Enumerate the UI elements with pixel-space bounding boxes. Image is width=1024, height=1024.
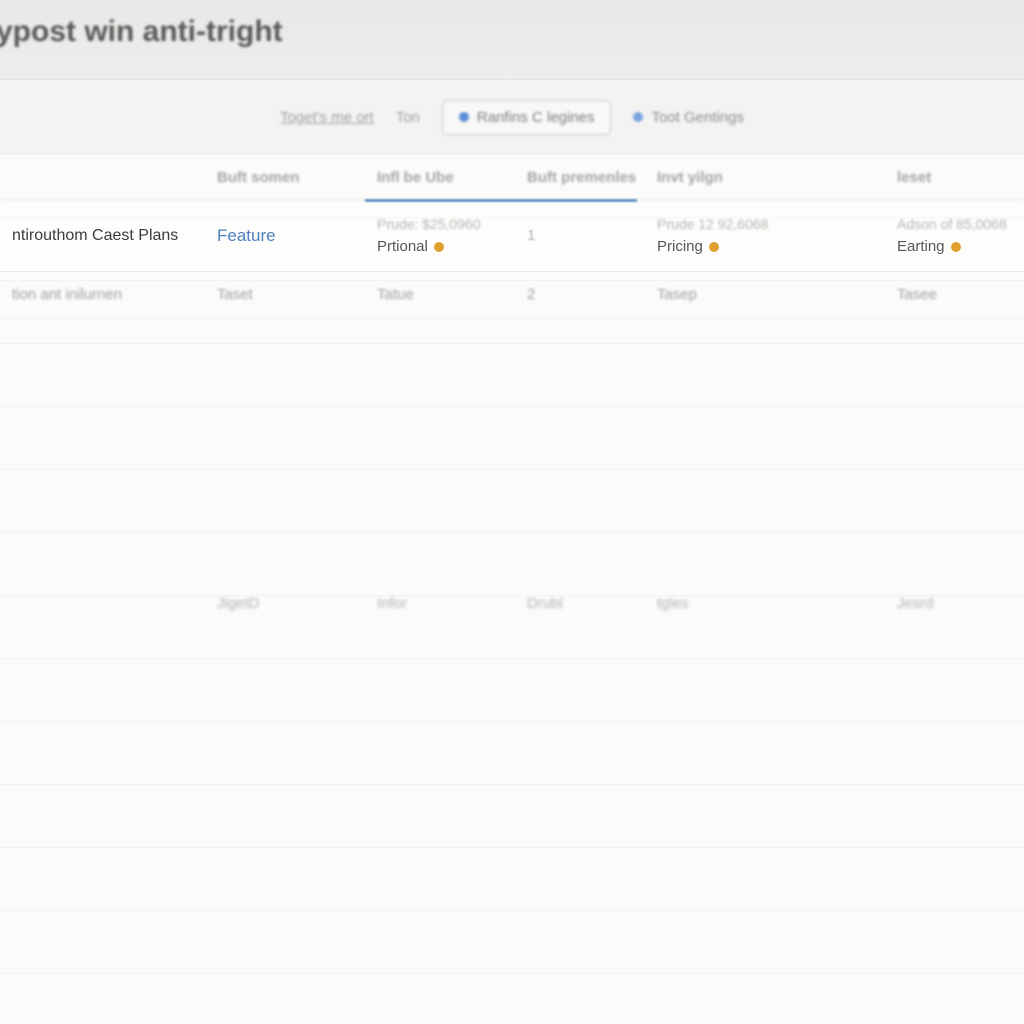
column-headers: Buft somen Infl be Ube Buft premenles In… bbox=[0, 155, 1024, 200]
data-grid: Buft somen Infl be Ube Buft premenles In… bbox=[0, 155, 1024, 1024]
cell-value: Tatue bbox=[377, 286, 503, 303]
tag-label: Earting bbox=[897, 238, 945, 255]
tag-prtional[interactable]: Prtional bbox=[377, 238, 503, 255]
cell-subtext: Adson of 85,0068 bbox=[897, 216, 1024, 232]
dot-icon bbox=[633, 112, 643, 122]
cell-value: tgles bbox=[657, 595, 873, 612]
toolbar-link-2[interactable]: Ton bbox=[396, 109, 420, 126]
cell-number: 1 bbox=[527, 227, 633, 244]
col-header-4[interactable]: Invt yilgn bbox=[645, 169, 885, 186]
tag-earting[interactable]: Earting bbox=[897, 238, 1024, 255]
col-header-5[interactable]: leset bbox=[885, 169, 1024, 186]
cell-subtext: Prude 12 92,6068 bbox=[657, 216, 873, 232]
cell-subtext: Prude: $25,0960 bbox=[377, 216, 503, 232]
cell-value: Drubl bbox=[527, 595, 633, 612]
toolbar-primary-label: Ranfins C legines bbox=[477, 109, 595, 126]
toolbar-link-1[interactable]: Toget's me ort bbox=[280, 109, 374, 126]
tag-label: Prtional bbox=[377, 238, 428, 255]
cell-value: Tasee bbox=[897, 286, 1024, 303]
row-title: ntirouthom Caest Plans bbox=[12, 227, 193, 245]
cell-value: Taset bbox=[217, 286, 353, 303]
table-row: JigetD Infor Drubl tgles Jesrd bbox=[0, 580, 1024, 626]
row-title: tion ant inilurnen bbox=[12, 286, 193, 303]
status-dot-icon bbox=[434, 242, 444, 252]
feature-link[interactable]: Feature bbox=[217, 226, 353, 246]
status-dot-icon bbox=[709, 242, 719, 252]
page-title: ypost win anti-tright bbox=[0, 15, 283, 49]
col-header-2[interactable]: Infl be Ube bbox=[365, 169, 515, 186]
header-bar: ypost win anti-tright bbox=[0, 0, 1024, 80]
dot-icon bbox=[459, 112, 469, 122]
toolbar-ghost-label: Toot Gentings bbox=[651, 109, 744, 126]
cell-value: 2 bbox=[527, 286, 633, 303]
cell-value: Infor bbox=[377, 595, 503, 612]
toolbar: Toget's me ort Ton Ranfins C legines Too… bbox=[0, 80, 1024, 155]
col-header-1[interactable]: Buft somen bbox=[205, 169, 365, 186]
table-row[interactable]: tion ant inilurnen Taset Tatue 2 Tasep T… bbox=[0, 272, 1024, 318]
cell-value: Tasep bbox=[657, 286, 873, 303]
cell-value: JigetD bbox=[217, 595, 353, 612]
active-column-underline bbox=[365, 199, 637, 202]
status-dot-icon bbox=[951, 242, 961, 252]
tag-pricing[interactable]: Pricing bbox=[657, 238, 873, 255]
table-row[interactable]: ntirouthom Caest Plans Feature Prude: $2… bbox=[0, 200, 1024, 272]
tag-label: Pricing bbox=[657, 238, 703, 255]
toolbar-ghost-button[interactable]: Toot Gentings bbox=[633, 109, 744, 126]
cell-value: Jesrd bbox=[897, 595, 1024, 612]
col-header-3[interactable]: Buft premenles bbox=[515, 169, 645, 186]
toolbar-primary-button[interactable]: Ranfins C legines bbox=[442, 100, 612, 135]
